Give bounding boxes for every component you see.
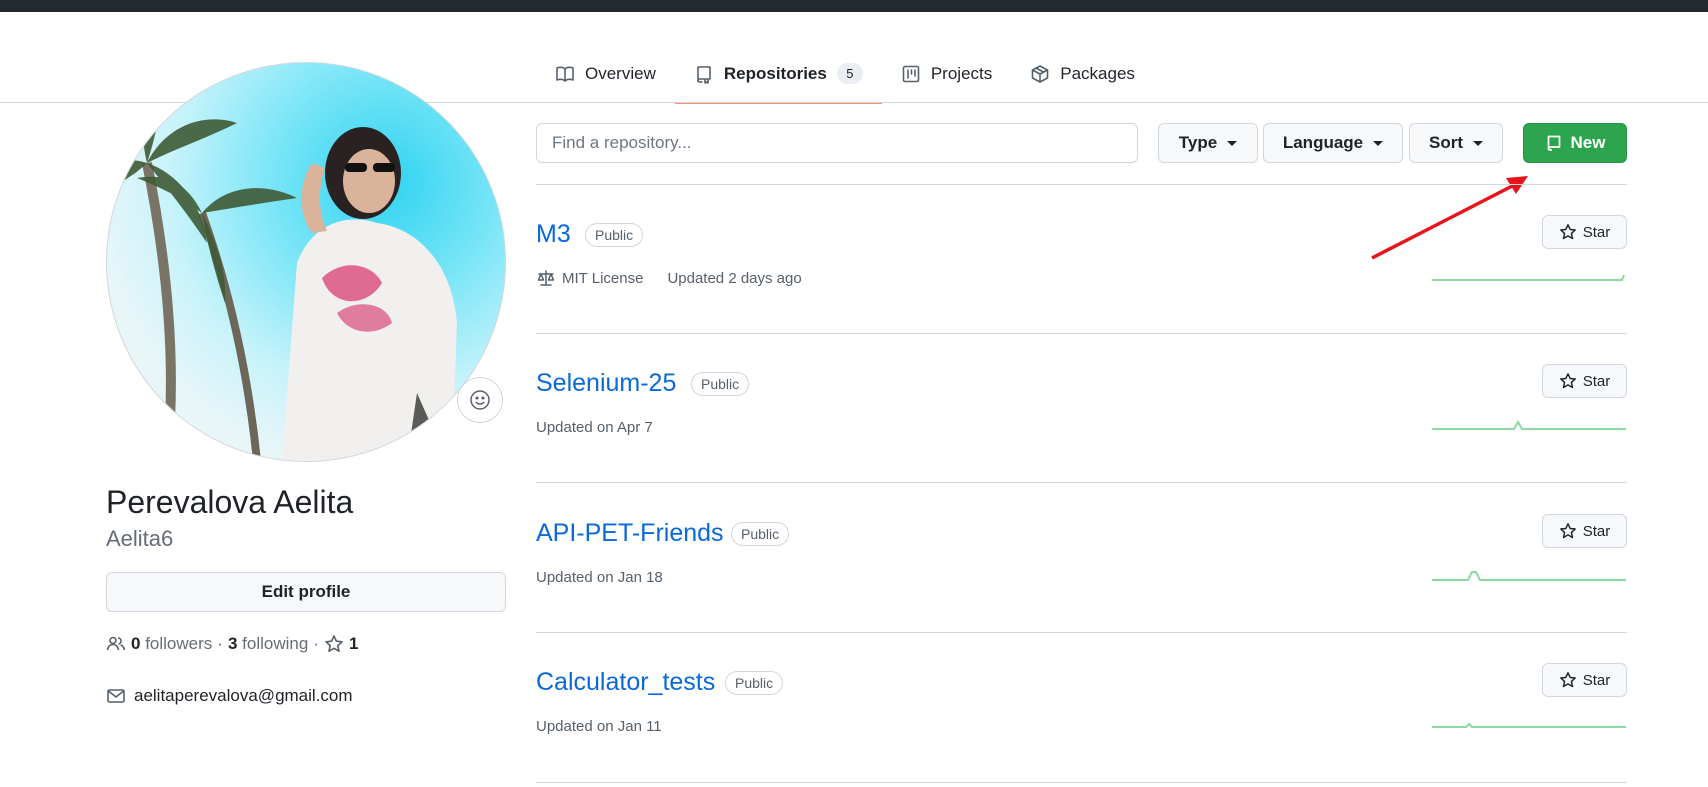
follow-stats: 0 followers · 3 following · 1 [106,634,358,654]
repo-meta: Updated on Jan 18 [536,569,663,586]
list-divider [536,184,1627,185]
separator-dot: · [217,634,223,653]
tab-label: Repositories [723,63,827,83]
book-icon [556,66,574,82]
repo-count-badge: 5 [836,63,863,84]
repo-link[interactable]: Calculator_tests [536,666,715,698]
star-icon [1559,373,1576,389]
tab-repositories[interactable]: Repositories 5 [674,44,882,104]
tab-label: Packages [1060,63,1135,83]
list-divider [536,482,1627,483]
list-divider [536,632,1627,633]
star-label: Star [1582,522,1611,540]
avatar-photo [107,63,457,461]
list-divider [536,333,1627,334]
tab-overview[interactable]: Overview [536,44,675,103]
repo-link[interactable]: M3 [536,218,571,250]
star-label: Star [1582,671,1611,689]
visibility-badge: Public [731,522,790,546]
star-button[interactable]: Star [1542,215,1627,249]
star-icon [1559,672,1576,688]
activity-sparkline [1432,274,1625,281]
star-icon [325,635,343,652]
set-status-button[interactable] [457,377,503,423]
project-icon [902,65,920,82]
visibility-badge: Public [691,372,750,396]
type-filter-button[interactable]: Type [1158,123,1258,163]
new-repository-button[interactable]: New [1523,123,1627,163]
stars-link[interactable]: 1 [324,634,358,654]
chevron-down-icon [1473,140,1483,146]
star-icon [1559,523,1576,539]
language-filter-button[interactable]: Language [1263,123,1403,163]
profile-email: aelitaperevalova@gmail.com [106,686,353,706]
avatar[interactable] [106,62,506,462]
repo-meta: Updated on Apr 7 [536,419,653,436]
chevron-down-icon [1227,140,1238,146]
avatar-container [106,62,506,462]
star-button[interactable]: Star [1542,514,1627,548]
activity-sparkline [1432,722,1626,728]
star-label: Star [1582,372,1611,390]
following-link[interactable]: 3 following [228,634,308,654]
profile-full-name: Perevalova Aelita [106,484,354,520]
activity-sparkline [1432,571,1626,581]
package-icon [1031,64,1049,83]
tab-label: Projects [930,63,993,83]
chevron-down-icon [1373,140,1384,146]
repo-updated: Updated 2 days ago [667,269,802,287]
edit-profile-button[interactable]: Edit profile [106,572,506,612]
mail-icon [107,689,125,703]
tab-label: Overview [585,63,656,83]
repo-updated: Updated on Jan 18 [536,569,663,586]
profile-username: Aelita6 [106,526,174,551]
repo-updated: Updated on Jan 11 [536,718,662,735]
tab-projects[interactable]: Projects [882,44,1011,103]
profile-tabs: Overview Repositories 5 Projects Package… [536,44,1154,104]
visibility-badge: Public [725,671,784,695]
visibility-badge: Public [585,223,644,247]
repo-meta: MIT License Updated 2 days ago [536,268,802,288]
repo-meta: Updated on Jan 11 [536,718,662,735]
language-filter-label: Language [1282,133,1364,152]
followers-link[interactable]: 0 followers [131,634,212,654]
list-divider [536,782,1627,783]
people-icon [106,636,126,651]
repo-link[interactable]: API-PET-Friends [536,517,724,549]
new-button-label: New [1570,133,1606,152]
smiley-icon [470,390,490,410]
repo-icon [1547,135,1560,151]
sort-filter-button[interactable]: Sort [1409,123,1503,163]
law-icon [537,270,555,286]
separator-dot: · [313,634,319,653]
star-icon [1559,224,1576,240]
repo-license: MIT License [562,269,644,287]
star-label: Star [1582,223,1611,241]
repo-updated: Updated on Apr 7 [536,419,653,436]
repo-search-input[interactable] [536,123,1138,163]
star-button[interactable]: Star [1542,663,1627,697]
top-header-bar [0,0,1708,12]
activity-sparkline [1432,419,1626,430]
type-filter-label: Type [1178,133,1218,152]
repo-link[interactable]: Selenium-25 [536,367,676,399]
tab-packages[interactable]: Packages [1011,44,1154,103]
sort-filter-label: Sort [1429,133,1463,152]
email-link[interactable]: aelitaperevalova@gmail.com [134,686,353,706]
star-button[interactable]: Star [1542,364,1627,398]
repo-icon [697,65,711,84]
